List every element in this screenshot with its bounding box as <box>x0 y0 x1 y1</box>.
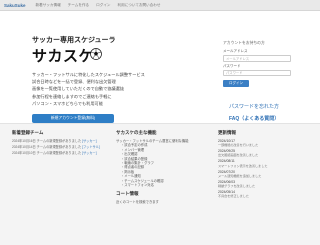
court-info-text: 近くのコートを検索できます <box>116 200 159 205</box>
news-link[interactable]: [サッカー] <box>82 139 97 143</box>
history-text: メール通知機能を追加しました <box>218 173 262 178</box>
list-item: 2024/07/20 メール通知機能を追加しました <box>218 170 313 178</box>
brand-logo[interactable]: SakuSuke <box>4 3 26 8</box>
court-info-title: コート情報 <box>116 191 139 197</box>
hero-line: 参加行程を連絡しますのでご連絡も手軽に <box>32 93 112 99</box>
feature-item: ・スマートフォン対応 <box>121 183 154 188</box>
hero-line: サッカー・フットサルに特化したスケジュール調整サービス <box>32 72 145 77</box>
history-title: 更新情報 <box>218 130 236 135</box>
history-text: 出欠確認画面を改善しました <box>218 153 259 158</box>
email-field[interactable]: メールアドレス <box>223 55 291 62</box>
news-link[interactable]: [サッカー] <box>82 151 97 155</box>
hero-section: サッカー専用スケジューラ サカスケ サッカー・フットサルに特化したスケジュール調… <box>0 11 320 124</box>
history-text: スマートフォン表示を改善しました <box>218 163 268 168</box>
history-column: 更新情報 2024/10/17 一部機能の改善を行いました 2024/09/25… <box>218 130 313 200</box>
navbar: SakuSuke 新着サッカ情報 チームを作る ログイン 利用についてお問い合わ… <box>0 0 320 11</box>
hero-line: パソコン・スマホどちらでも利用可能 <box>32 100 103 106</box>
news-text: チームの新規登録がありました <box>36 145 82 150</box>
nav-link-create-team[interactable]: チームを作る <box>68 3 89 8</box>
list-item: 2024/10/17 一部機能の改善を行いました <box>218 139 313 147</box>
nav-link-login[interactable]: ログイン <box>96 3 110 8</box>
hero-line: 画像を一覧使用していただくので自動で協議選抜 <box>32 86 125 92</box>
list-item: 2024/08/11 スマートフォン表示を改善しました <box>218 159 313 167</box>
history-text: 一部機能の改善を行いました <box>218 143 259 148</box>
hero-logo-text: サカスケ <box>32 48 95 65</box>
signup-button[interactable]: 新規アカウント登録(無料) <box>32 114 114 123</box>
hero-line: 試合日時などを一括で登録、便利な出欠管理 <box>32 79 116 85</box>
history-text: 戦績グラフを改善しました <box>218 184 256 189</box>
news-text: チームの新規登録がありました <box>36 151 82 156</box>
email-label: メールアドレス <box>223 49 248 53</box>
news-date: 2024年10月10日 <box>12 151 36 156</box>
login-button[interactable]: ログイン <box>223 80 249 87</box>
list-item: 2024年10月10日 チームの新規登録がありました [サッカー] <box>12 151 107 155</box>
features-column: サカスケの主な機能 サッカー・フットサルのチーム運営に便利な機能 ・試合予定の作… <box>116 130 211 205</box>
list-item: 2024/06/03 戦績グラフを改善しました <box>218 180 313 188</box>
list-item: 2024/05/14 不具合を修正しました <box>218 190 313 198</box>
news-title: 新着登録チーム <box>12 130 44 135</box>
login-title: アカウントをお持ちの方 <box>223 41 265 45</box>
forgot-password-link[interactable]: パスワードを忘れた方 <box>229 103 279 110</box>
news-date: 2024年10月14日 <box>12 145 36 150</box>
login-form: アカウントをお持ちの方 メールアドレス メールアドレス パスワード パスワード … <box>223 41 298 101</box>
history-text: 不具合を修正しました <box>218 194 249 199</box>
list-item: 2024年10月14日 チームの新規登録がありました [フットサル] <box>12 145 107 149</box>
hero-title: サッカー専用スケジューラ <box>32 37 116 44</box>
soccer-ball-icon <box>90 48 102 60</box>
password-field[interactable]: パスワード <box>223 69 291 76</box>
list-item: 2024年10月16日 チームの新規登録がありました [サッカー] <box>12 139 107 143</box>
password-label: パスワード <box>223 63 241 68</box>
nav-link-news[interactable]: 新着サッカ情報 <box>36 3 61 8</box>
news-date: 2024年10月16日 <box>12 139 36 143</box>
news-column: 新着登録チーム 2024年10月16日 チームの新規登録がありました [サッカー… <box>12 130 107 158</box>
faq-link[interactable]: FAQ（よくある質問） <box>229 115 279 122</box>
hero-description: サッカー・フットサルに特化したスケジュール調整サービス 試合日時などを一括で登録… <box>32 71 145 107</box>
news-text: チームの新規登録がありました <box>36 139 82 143</box>
features-title: サカスケの主な機能 <box>116 130 157 135</box>
list-item: 2024/09/25 出欠確認画面を改善しました <box>218 149 313 157</box>
nav-link-contact[interactable]: 利用についてお問い合わせ <box>118 3 161 8</box>
news-link[interactable]: [フットサル] <box>82 145 100 149</box>
